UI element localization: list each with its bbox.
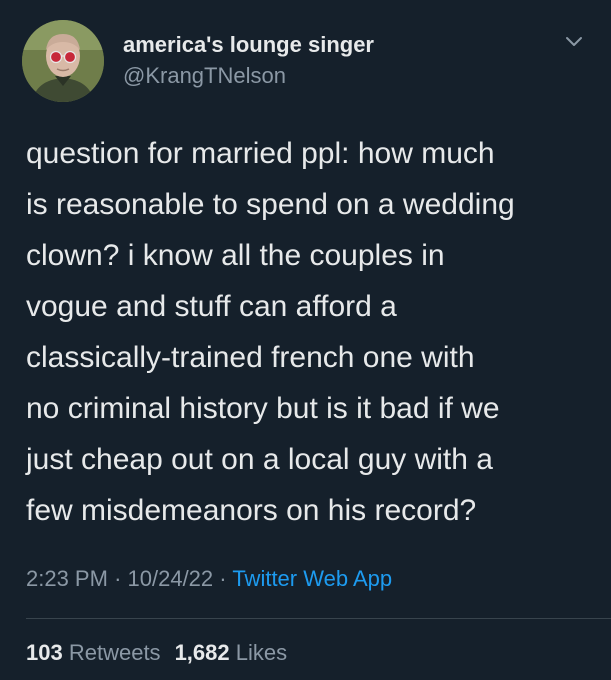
tweet-stats: 103 Retweets 1,682 Likes	[26, 640, 287, 666]
likes-count: 1,682	[174, 640, 230, 665]
divider	[26, 618, 611, 619]
likes-label: Likes	[235, 640, 288, 665]
tweet-time[interactable]: 2:23 PM	[26, 566, 108, 591]
tweet-meta: 2:23 PM · 10/24/22 · Twitter Web App	[26, 566, 392, 592]
tweet-source[interactable]: Twitter Web App	[232, 566, 392, 591]
retweets-stat[interactable]: 103 Retweets	[26, 640, 161, 665]
display-name[interactable]: america's lounge singer	[123, 32, 374, 58]
tweet-text: question for married ppl: how much is re…	[26, 137, 515, 527]
tweet: america's lounge singer @KrangTNelson qu…	[0, 0, 611, 680]
meta-separator: ·	[219, 566, 227, 591]
retweets-label: Retweets	[68, 640, 161, 665]
user-handle[interactable]: @KrangTNelson	[123, 63, 286, 89]
tweet-date[interactable]: 10/24/22	[128, 566, 214, 591]
chevron-down-icon[interactable]	[564, 34, 584, 48]
avatar-photo	[22, 20, 104, 102]
meta-separator: ·	[114, 566, 122, 591]
retweets-count: 103	[26, 640, 63, 665]
avatar[interactable]	[22, 20, 104, 102]
likes-stat[interactable]: 1,682 Likes	[175, 640, 288, 665]
